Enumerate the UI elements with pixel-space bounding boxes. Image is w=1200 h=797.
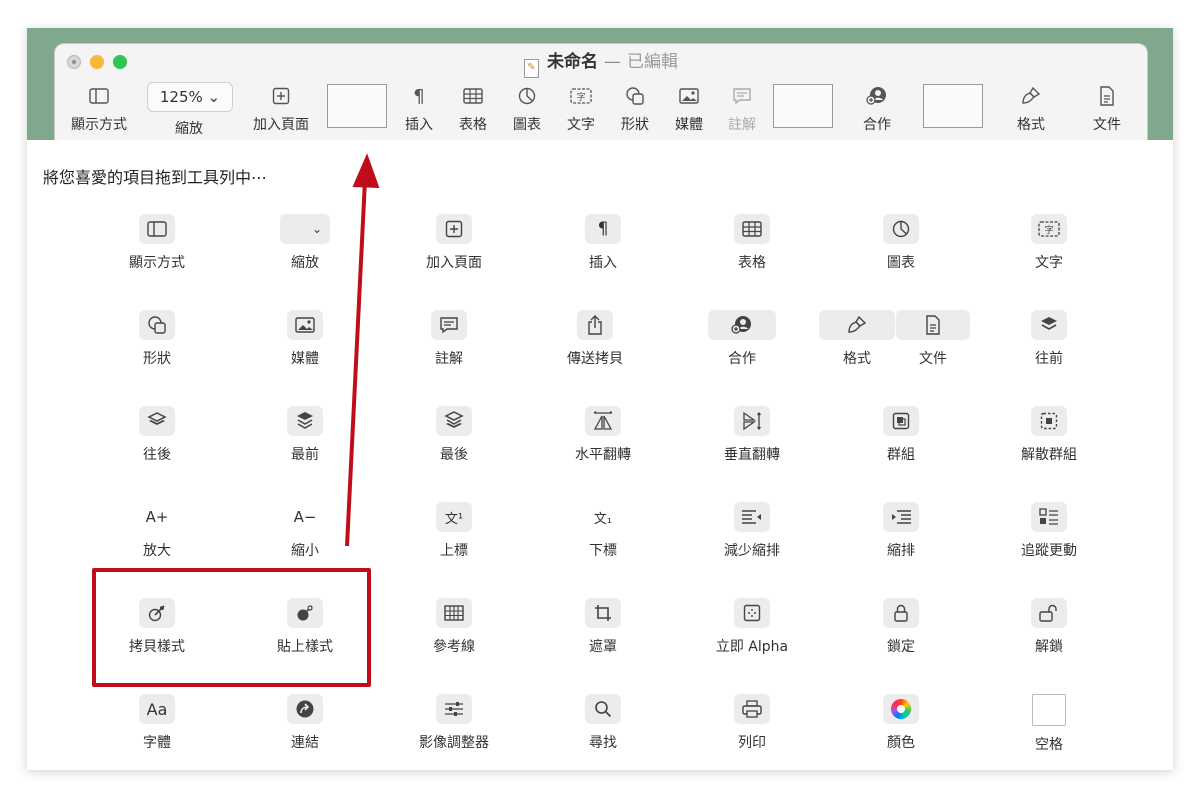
screenshot-frame: ✎ 未命名 — 已編輯 顯示方式 125% ⌄ 縮放 加入頁面 ¶ 插入 表格 圖表 … <box>27 28 1173 770</box>
annotation-arrow <box>345 153 380 547</box>
